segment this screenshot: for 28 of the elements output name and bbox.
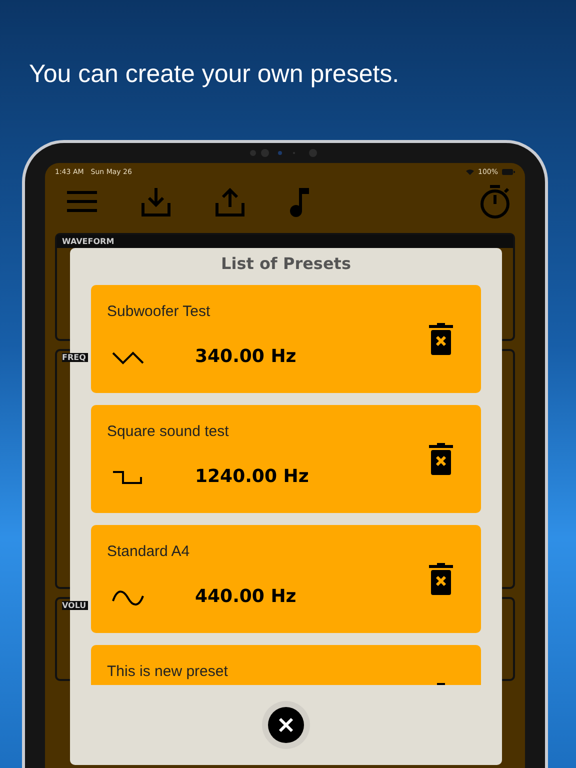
- preset-name: This is new preset: [107, 663, 229, 680]
- preset-frequency: 340.00 Hz: [195, 346, 296, 367]
- upload-icon[interactable]: [215, 187, 245, 217]
- preset-card[interactable]: Standard A4 440.00 Hz: [91, 525, 481, 633]
- delete-icon[interactable]: [429, 443, 453, 475]
- preset-card[interactable]: This is new preset: [91, 645, 481, 685]
- delete-icon[interactable]: [429, 563, 453, 595]
- close-icon: [278, 717, 294, 733]
- battery-icon: [502, 168, 515, 174]
- preset-name: Subwoofer Test: [107, 303, 212, 320]
- preset-frequency: 1240.00 Hz: [195, 466, 309, 487]
- download-icon[interactable]: [141, 187, 171, 217]
- preset-card[interactable]: Subwoofer Test 340.00 Hz: [91, 285, 481, 393]
- wifi-icon: [466, 168, 474, 174]
- preset-card[interactable]: Square sound test 1240.00 Hz: [91, 405, 481, 513]
- panel-label: VOLU: [62, 601, 88, 610]
- dialog-title: List of Presets: [220, 253, 352, 275]
- headline: You can create your own presets.: [28, 59, 400, 90]
- menu-icon[interactable]: [67, 190, 97, 214]
- preset-name: Square sound test: [107, 423, 230, 440]
- preset-name: Standard A4: [107, 543, 191, 560]
- panel-label: FREQ: [62, 353, 88, 362]
- music-note-icon[interactable]: [289, 187, 311, 217]
- panel-label: WAVEFORM: [62, 237, 116, 246]
- preset-frequency: 440.00 Hz: [195, 586, 296, 607]
- close-button[interactable]: [268, 707, 304, 743]
- delete-icon[interactable]: [429, 323, 453, 355]
- stopwatch-icon[interactable]: [479, 185, 511, 219]
